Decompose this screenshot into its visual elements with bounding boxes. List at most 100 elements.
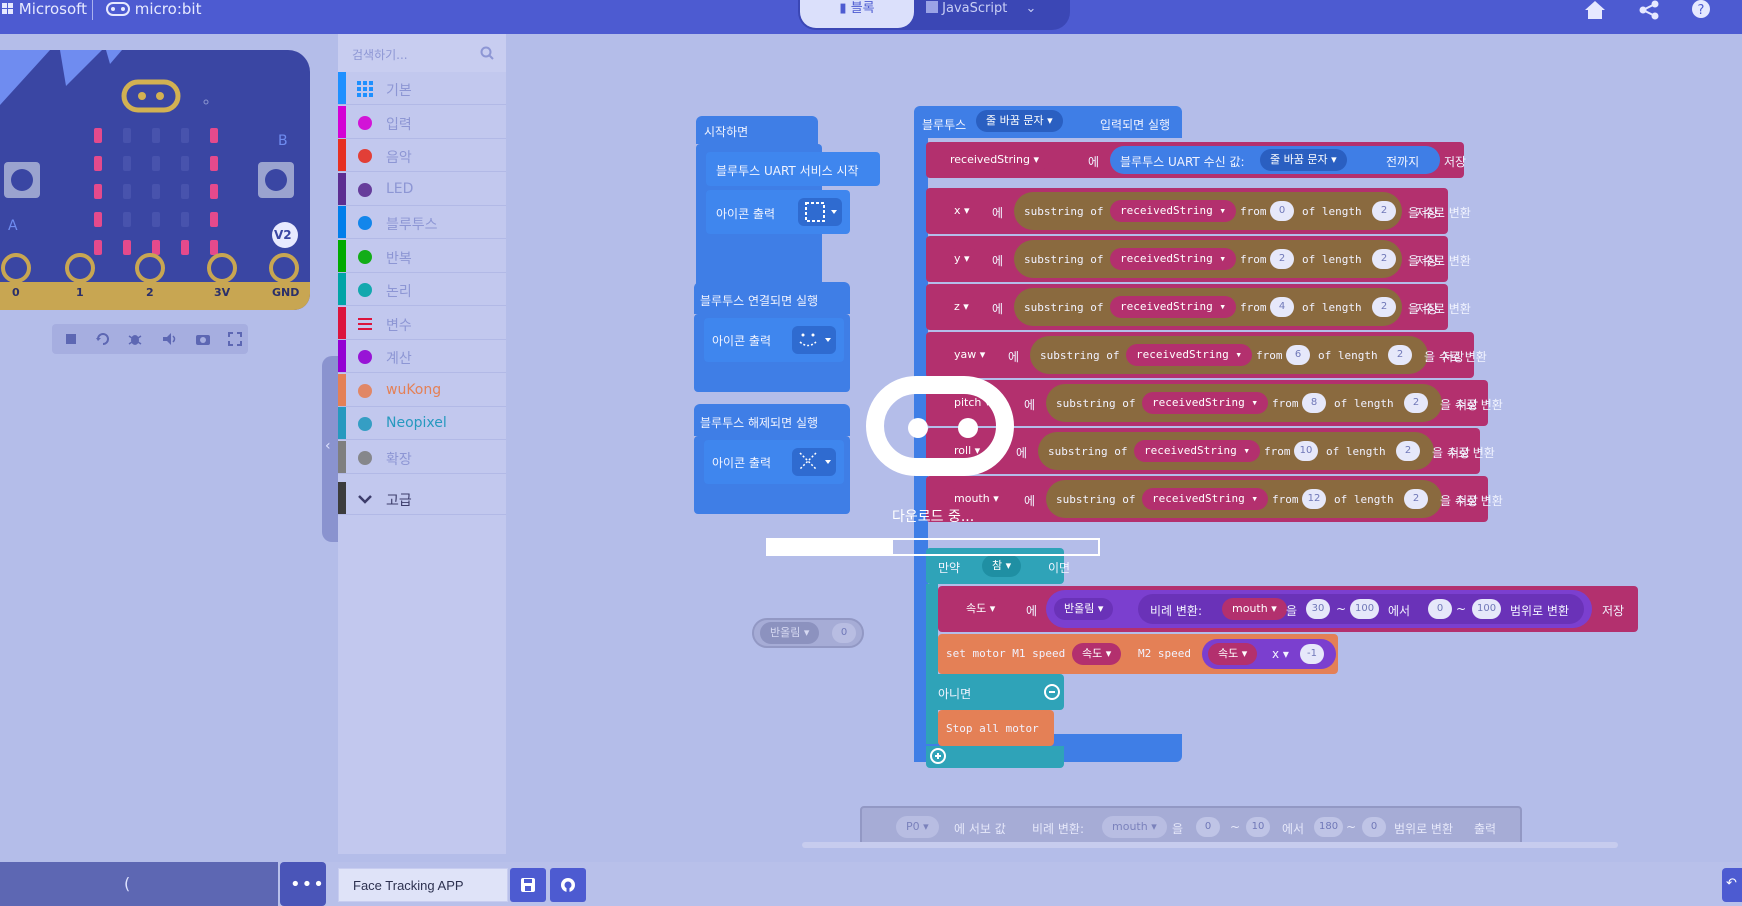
toolbox-category-4[interactable]: LED [338,172,506,206]
if-condition-dropdown[interactable]: 참 ▾ [982,555,1022,577]
pin-pad[interactable] [207,253,237,283]
help-icon[interactable]: ? [1688,0,1714,20]
search-icon[interactable] [480,46,494,60]
multiply-value[interactable]: -1 [1300,644,1324,664]
servo-write-block[interactable]: P0 ▾ 에 서보 값 비례 변환: mouth ▾ 을 0 ~ 10 에서 1… [860,806,1522,846]
round-dropdown[interactable]: 반올림 ▾ [1054,598,1114,620]
sound-icon[interactable] [160,330,178,348]
servo-from-high[interactable]: 10 [1246,817,1270,837]
pin-pad[interactable] [1,253,31,283]
substring-source-dropdown[interactable]: receivedString ▾ [1126,344,1252,366]
pin-pad[interactable] [65,253,95,283]
length-value[interactable]: 2 [1396,441,1420,461]
speed-var-dropdown[interactable]: 속도 ▾ [956,598,1006,620]
restart-icon[interactable] [94,330,112,348]
bluetooth-uart-start-block[interactable]: 블루투스 UART 서비스 시작 [706,152,880,186]
toolbox-category-3[interactable]: 음악 [338,139,506,172]
read-until-delimiter-dropdown[interactable]: 줄 바꿈 문자 ▾ [1260,149,1347,171]
length-value[interactable]: 2 [1388,345,1412,365]
length-value[interactable]: 2 [1372,249,1396,269]
set-received-string-block[interactable]: receivedString ▾ 에 블루투스 UART 수신 값: 줄 바꿈 … [926,142,1466,178]
from-value[interactable]: 0 [1270,201,1294,221]
minus-circle-icon[interactable] [1044,684,1060,700]
toolbox-search[interactable]: 검색하기... [338,34,506,72]
motor-m1-speed-var[interactable]: 속도 ▾ [1072,643,1122,665]
from-value[interactable]: 6 [1286,345,1310,365]
from-value[interactable]: 8 [1302,393,1326,413]
icon-picker-square[interactable] [798,198,842,226]
map-from-high[interactable]: 100 [1350,599,1380,619]
debug-icon[interactable] [126,330,144,348]
from-value[interactable]: 4 [1270,297,1294,317]
toolbox-category-12[interactable]: 확장 [338,440,506,474]
map-to-high[interactable]: 100 [1472,599,1502,619]
substring-source-dropdown[interactable]: receivedString ▾ [1134,440,1260,462]
round-dropdown[interactable]: 반올림 ▾ [760,622,820,644]
microbit-simulator[interactable]: A B A B V2 0 1 2 3V GND [0,50,310,310]
substring-source-dropdown[interactable]: receivedString ▾ [1110,296,1236,318]
servo-to-low[interactable]: 180 [1314,817,1344,837]
pin-pad[interactable] [135,253,165,283]
on-connected-block[interactable]: 블루투스 연결되면 실행 [694,282,850,314]
plus-circle-icon[interactable] [930,748,946,764]
set-y-block[interactable]: y ▾ 에 substring of receivedString ▾ from 2 of … [926,236,1471,282]
toolbox-category-11[interactable]: Neopixel [338,407,506,440]
on-bluetooth-data-received-block[interactable]: 블루투스 줄 바꿈 문자 ▾ 입력되면 실행 [914,106,1182,138]
from-value[interactable]: 10 [1294,441,1318,461]
map-to-low[interactable]: 0 [1428,599,1452,619]
length-value[interactable]: 2 [1372,201,1396,221]
project-name-input[interactable]: Face Tracking APP [338,868,508,902]
stray-round-value[interactable]: 0 [832,623,856,643]
row-var-dropdown[interactable]: yaw ▾ [944,344,996,366]
undo-button[interactable]: ↶ [1722,868,1742,902]
hat-delimiter-dropdown[interactable]: 줄 바꿈 문자 ▾ [976,110,1063,132]
icon-picker-x[interactable] [792,448,836,476]
blocks-workspace[interactable]: 시작하면 블루투스 UART 서비스 시작 아이콘 출력 블루투스 연결되면 실… [506,34,1742,862]
received-string-var-dropdown[interactable]: receivedString ▾ [940,149,1050,171]
row-var-dropdown[interactable]: y ▾ [944,248,980,270]
length-value[interactable]: 2 [1404,393,1428,413]
substring-source-dropdown[interactable]: receivedString ▾ [1142,392,1268,414]
on-start-block[interactable]: 시작하면 [696,116,818,144]
from-value[interactable]: 2 [1270,249,1294,269]
toolbox-category-10[interactable]: wuKong [338,373,506,407]
chevron-down-icon[interactable]: ⌄ [1025,1,1036,16]
map-from-low[interactable]: 30 [1306,599,1330,619]
github-button[interactable] [550,868,586,902]
simulator-collapse-bar[interactable]: ( [0,862,278,906]
pin-pad[interactable] [269,253,299,283]
length-value[interactable]: 2 [1372,297,1396,317]
microbit-logo[interactable]: micro:bit [106,0,201,20]
share-icon[interactable] [1636,0,1662,20]
stop-all-motor-block[interactable]: Stop all motor [938,710,1054,746]
home-icon[interactable] [1582,0,1608,20]
toolbox-category-6[interactable]: 반복 [338,239,506,273]
map-var-dropdown[interactable]: mouth ▾ [1222,598,1287,620]
simulator-collapse-handle[interactable]: ‹ [322,356,338,542]
row-var-dropdown[interactable]: z ▾ [944,296,979,318]
servo-from-low[interactable]: 0 [1196,817,1220,837]
toolbox-category-13[interactable]: 고급 [338,482,506,515]
blocks-mode-button[interactable]: ▮ 블록 [800,0,914,28]
set-mouth-block[interactable]: mouth ▾ 에 substring of receivedString ▾ from… [926,476,1503,522]
toolbox-category-1[interactable]: 기본 [338,72,506,105]
toolbox-category-2[interactable]: 입력 [338,105,506,139]
set-z-block[interactable]: z ▾ 에 substring of receivedString ▾ from 4 of … [926,284,1471,330]
on-disconnected-block[interactable]: 블루투스 해제되면 실행 [694,404,850,436]
javascript-mode-button[interactable]: JavaScript ⌄ [926,0,1036,20]
set-motor-speed-block[interactable]: set motor M1 speed 속도 ▾ M2 speed 속도 ▾ x … [938,634,1338,674]
icon-picker-smile[interactable] [792,326,836,354]
set-yaw-block[interactable]: yaw ▾ 에 substring of receivedString ▾ from 6 o… [926,332,1487,378]
motor-m2-speed-var[interactable]: 속도 ▾ [1208,643,1258,665]
toolbox-category-5[interactable]: 블루투스 [338,206,506,239]
fullscreen-icon[interactable] [226,330,244,348]
stray-round-block[interactable]: 반올림 ▾ 0 [752,618,864,648]
multiply-operator[interactable]: x ▾ [1272,647,1289,661]
substring-source-dropdown[interactable]: receivedString ▾ [1110,248,1236,270]
toolbox-category-9[interactable]: 계산 [338,340,506,373]
substring-source-dropdown[interactable]: receivedString ▾ [1110,200,1236,222]
set-x-block[interactable]: x ▾ 에 substring of receivedString ▾ from 0 of … [926,188,1471,234]
more-options-button[interactable]: ••• [280,862,326,906]
search-input[interactable]: 검색하기... [352,46,408,63]
set-speed-block[interactable]: 속도 ▾ 에 반올림 ▾ 비례 변환: mouth ▾ 을 30 ~ 100 에… [938,586,1638,632]
